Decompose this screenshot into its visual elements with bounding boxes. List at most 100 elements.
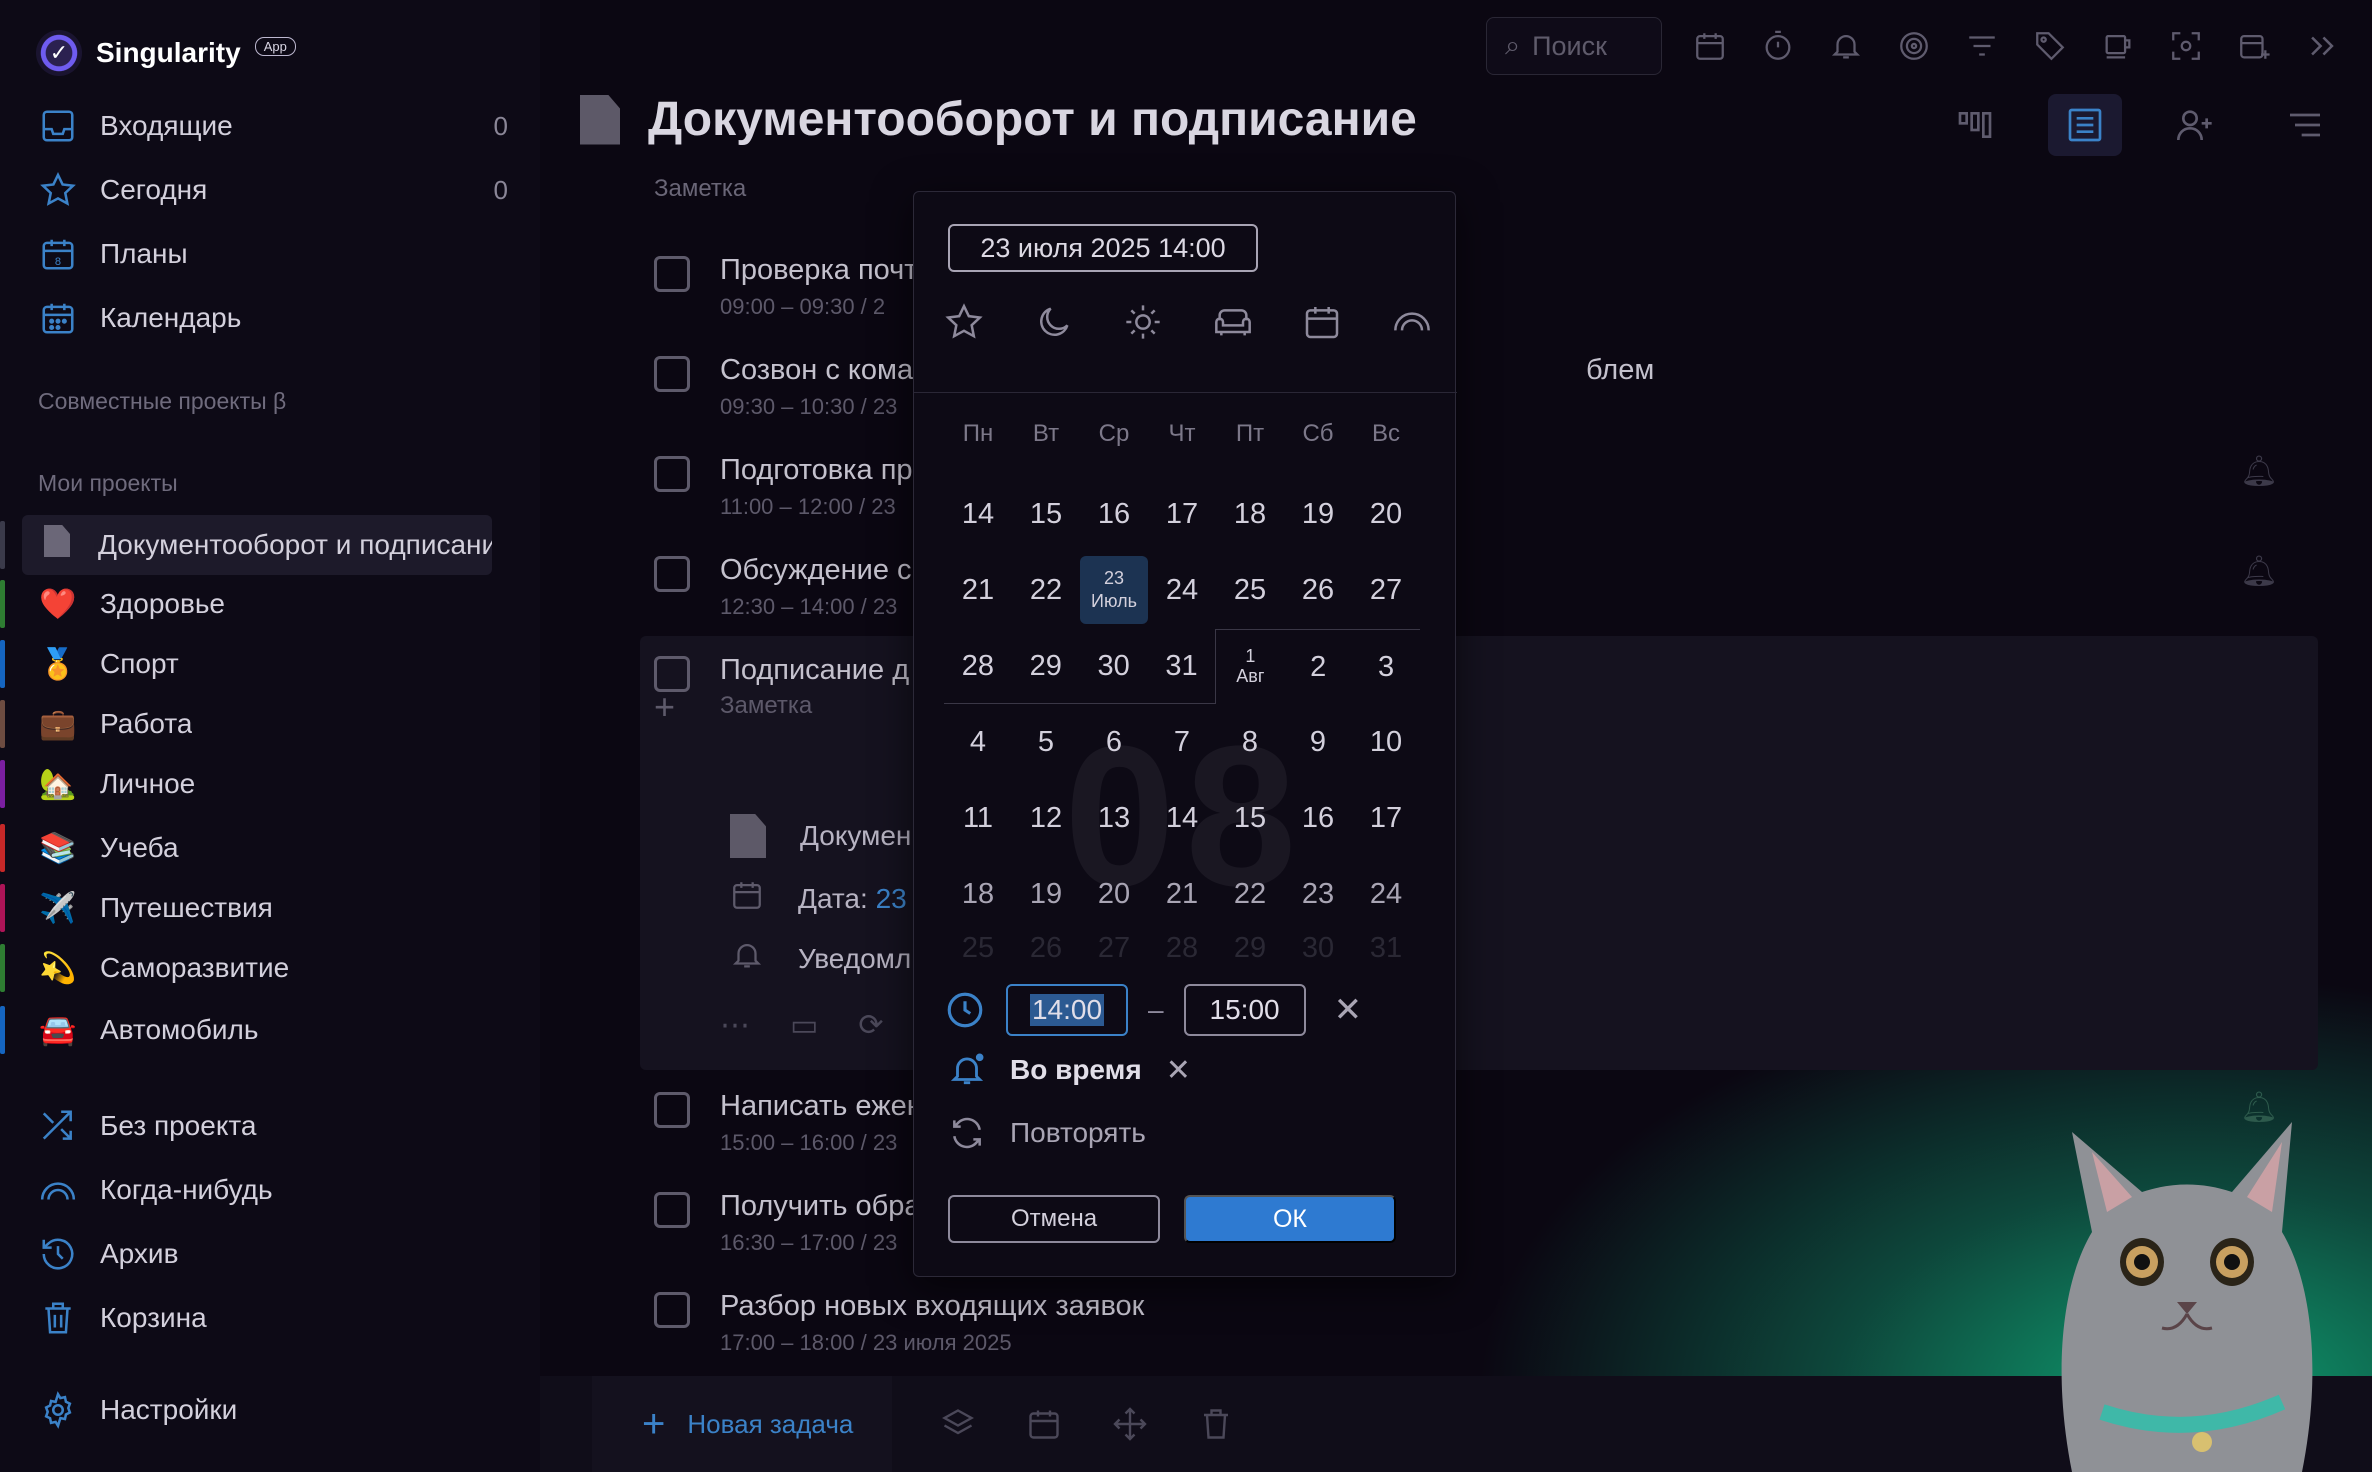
clear-reminder-icon[interactable]: ✕ xyxy=(1166,1053,1191,1088)
project-docs[interactable]: Документооборот и подписание xyxy=(0,515,492,575)
task-reminder-row[interactable]: Уведомл xyxy=(730,938,911,979)
new-task-button[interactable]: + Новая задача xyxy=(592,1376,892,1472)
start-time-input[interactable]: 14:00 xyxy=(1006,984,1128,1036)
calendar-day[interactable]: 7 xyxy=(1148,704,1216,780)
task-checkbox[interactable] xyxy=(654,256,690,292)
nav-inbox[interactable]: Входящие 0 xyxy=(36,102,526,150)
calendar-day[interactable]: 23 xyxy=(1284,856,1352,932)
calendar-day[interactable]: 14 xyxy=(1148,780,1216,856)
calendar-day[interactable]: 16 xyxy=(1284,780,1352,856)
repeat-icon[interactable]: ⟳ xyxy=(858,1008,883,1043)
calendar-day-selected[interactable]: 23 Июль xyxy=(1080,556,1148,624)
my-projects-title[interactable]: Мои проекты xyxy=(38,470,178,497)
bell-icon[interactable]: 🔔︎ xyxy=(2240,554,2278,589)
timer-icon[interactable] xyxy=(1758,26,1798,66)
task-checkbox[interactable] xyxy=(654,356,690,392)
datetime-input[interactable]: 23 июля 2025 14:00 xyxy=(948,224,1258,272)
calendar-day[interactable]: 24 xyxy=(1148,552,1216,628)
calendar-day-month-start[interactable]: 1 Авг xyxy=(1216,629,1285,704)
calendar-day[interactable]: 25 xyxy=(944,932,1012,962)
calendar-day[interactable]: 14 xyxy=(944,476,1012,552)
calendar-day[interactable]: 17 xyxy=(1148,476,1216,552)
project-study[interactable]: 📚 Учеба xyxy=(0,818,492,878)
calendar-day[interactable]: 18 xyxy=(1216,476,1284,552)
sofa-icon[interactable] xyxy=(1213,302,1255,344)
collapse-icon[interactable] xyxy=(2302,26,2342,66)
calendar-icon[interactable] xyxy=(1302,302,1344,344)
star-icon[interactable] xyxy=(944,302,986,344)
add-calendar-icon[interactable] xyxy=(2234,26,2274,66)
calendar-day[interactable]: 21 xyxy=(944,552,1012,628)
task-checkbox[interactable] xyxy=(654,556,690,592)
kanban-view-icon[interactable] xyxy=(1938,94,2012,156)
calendar-day[interactable]: 20 xyxy=(1352,476,1420,552)
repeat-row[interactable]: Повторять xyxy=(948,1114,1146,1152)
sun-icon[interactable] xyxy=(1123,302,1165,344)
calendar-icon[interactable]: ▭ xyxy=(790,1008,818,1043)
trash-icon[interactable] xyxy=(1196,1404,1236,1444)
task-date-row[interactable]: Дата: 23 xyxy=(730,878,907,919)
calendar-day[interactable]: 3 xyxy=(1352,629,1421,704)
list-view-icon[interactable] xyxy=(2048,94,2122,156)
task-checkbox[interactable] xyxy=(654,456,690,492)
calendar-day[interactable]: 16 xyxy=(1080,476,1148,552)
nav-calendar[interactable]: Календарь xyxy=(36,294,526,342)
calendar-day[interactable]: 29 xyxy=(1216,932,1284,962)
shared-projects-title[interactable]: Совместные проекты β xyxy=(38,388,286,415)
nav-someday[interactable]: Когда-нибудь xyxy=(36,1166,526,1214)
filter-icon[interactable] xyxy=(1962,26,2002,66)
project-sport[interactable]: 🏅 Спорт xyxy=(0,634,492,694)
reminder-value[interactable]: Во время xyxy=(1010,1054,1142,1086)
project-travel[interactable]: ✈️ Путешествия xyxy=(0,878,492,938)
project-car[interactable]: 🚘 Автомобиль xyxy=(0,1000,492,1060)
rainbow-icon[interactable] xyxy=(1392,302,1434,344)
calendar-day[interactable]: 31 xyxy=(1352,932,1420,962)
focus-icon[interactable] xyxy=(1894,26,1934,66)
calendar-day[interactable]: 20 xyxy=(1080,856,1148,932)
app-logo[interactable]: ✓ Singularity App xyxy=(36,28,296,78)
task-item[interactable]: Созвон с кома 09:30 – 10:30 / 23 блем xyxy=(654,350,2354,440)
moon-icon[interactable] xyxy=(1034,302,1076,344)
page-note[interactable]: Заметка xyxy=(654,175,746,203)
calendar-day[interactable]: 5 xyxy=(1012,704,1080,780)
calendar-day[interactable]: 17 xyxy=(1352,780,1420,856)
task-checkbox[interactable] xyxy=(654,1292,690,1328)
end-time-input[interactable]: 15:00 xyxy=(1183,984,1306,1036)
calendar-day[interactable]: 28 xyxy=(944,629,1012,704)
more-icon[interactable]: ⋯ xyxy=(720,1008,750,1043)
calendar-day[interactable]: 30 xyxy=(1284,932,1352,962)
calendar-icon[interactable] xyxy=(1024,1404,1064,1444)
calendar-day[interactable]: 6 xyxy=(1080,704,1148,780)
project-personal[interactable]: 🏡 Личное xyxy=(0,754,492,814)
calendar-day[interactable]: 12 xyxy=(1012,780,1080,856)
project-health[interactable]: ❤️ Здоровье xyxy=(0,574,492,634)
calendar-day[interactable]: 15 xyxy=(1216,780,1284,856)
task-item[interactable]: Подготовка пр 11:00 – 12:00 / 23 🔔︎ xyxy=(654,450,2354,540)
screenshot-icon[interactable] xyxy=(2166,26,2206,66)
calendar-day[interactable]: 25 xyxy=(1216,552,1284,628)
move-icon[interactable] xyxy=(1110,1404,1150,1444)
project-selfdev[interactable]: 💫 Саморазвитие xyxy=(0,938,492,998)
calendar-day[interactable]: 2 xyxy=(1284,629,1353,704)
nav-today[interactable]: Сегодня 0 xyxy=(36,166,526,214)
calendar-day[interactable]: 24 xyxy=(1352,856,1420,932)
task-item[interactable]: Обсуждение с 12:30 – 14:00 / 23 🔔︎ xyxy=(654,550,2354,640)
nav-archive[interactable]: Архив xyxy=(36,1230,526,1278)
calendar-day[interactable]: 11 xyxy=(944,780,1012,856)
page-title[interactable]: Документооборот и подписание xyxy=(648,92,1417,147)
nav-no-project[interactable]: Без проекта xyxy=(36,1102,526,1150)
ok-button[interactable]: ОК xyxy=(1184,1195,1396,1243)
calendar-day[interactable]: 28 xyxy=(1148,932,1216,962)
calendar-day[interactable]: 19 xyxy=(1284,476,1352,552)
cancel-button[interactable]: Отмена xyxy=(948,1195,1160,1243)
calendar-icon[interactable] xyxy=(1690,26,1730,66)
bell-icon[interactable] xyxy=(1826,26,1866,66)
calendar-day[interactable]: 18 xyxy=(944,856,1012,932)
calendar-day[interactable]: 19 xyxy=(1012,856,1080,932)
clear-time-icon[interactable]: ✕ xyxy=(1334,990,1363,1030)
calendar-day[interactable]: 21 xyxy=(1148,856,1216,932)
calendar-day[interactable]: 27 xyxy=(1080,932,1148,962)
task-checkbox[interactable] xyxy=(654,1192,690,1228)
calendar-day[interactable]: 13 xyxy=(1080,780,1148,856)
bell-icon[interactable]: 🔔︎ xyxy=(2240,454,2278,489)
